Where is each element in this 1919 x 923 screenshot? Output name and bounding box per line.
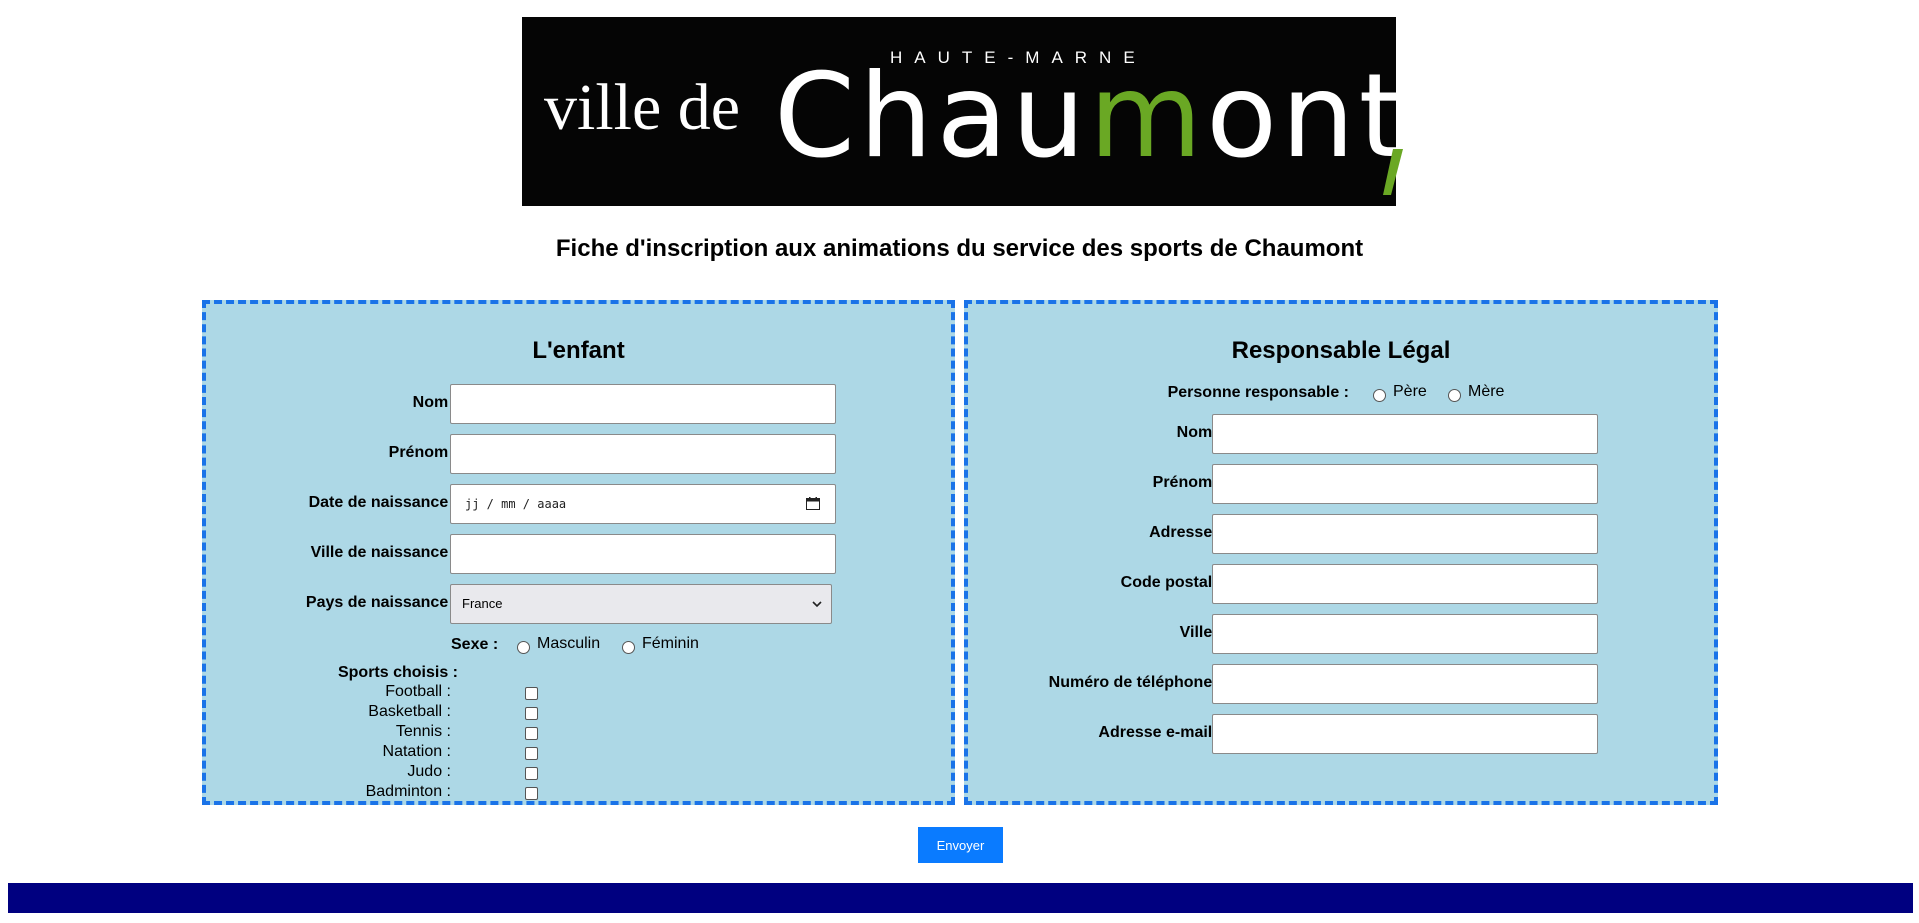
logo-name-green: m	[1089, 49, 1207, 184]
guardian-cp-label: Code postal :	[1120, 574, 1222, 591]
date-placeholder: jj / mm / aaaa	[465, 497, 567, 511]
sport-natation-label: Natation :	[382, 743, 451, 760]
sport-football-checkbox[interactable]	[525, 687, 538, 700]
logo-name-text: Chaumont	[774, 59, 1408, 175]
logo-comma-icon	[1383, 149, 1403, 195]
personne-mere-label: Mère	[1468, 383, 1505, 400]
sport-basketball-checkbox[interactable]	[525, 707, 538, 720]
logo-prefix-text: ville de	[544, 71, 741, 144]
logo-name-start: Chau	[774, 49, 1090, 184]
sport-judo-label: Judo :	[407, 763, 451, 780]
personne-pere-label: Père	[1393, 383, 1427, 400]
logo-name-end: ont	[1206, 49, 1409, 184]
guardian-prenom-input[interactable]	[1212, 464, 1598, 504]
child-prenom-label: Prénom :	[388, 444, 458, 461]
sport-badminton-label: Badminton :	[365, 783, 451, 800]
guardian-tel-input[interactable]	[1212, 664, 1598, 704]
guardian-email-label: Adresse e-mail :	[1098, 724, 1222, 741]
sexe-masculin-radio[interactable]	[517, 641, 530, 654]
guardian-panel: Responsable Légal Personne responsable :…	[964, 300, 1718, 805]
child-date-input[interactable]: jj / mm / aaaa	[450, 484, 836, 524]
sexe-feminin-radio[interactable]	[622, 641, 635, 654]
chevron-down-icon	[812, 601, 822, 608]
child-prenom-input[interactable]	[450, 434, 836, 474]
sexe-masculin-label: Masculin	[537, 635, 601, 652]
sport-judo-checkbox[interactable]	[525, 767, 538, 780]
sport-tennis-label: Tennis :	[395, 723, 451, 740]
child-pays-value: France	[462, 596, 503, 611]
guardian-adresse-input[interactable]	[1212, 514, 1598, 554]
sport-basketball-label: Basketball :	[368, 703, 451, 720]
guardian-cp-input[interactable]	[1212, 564, 1598, 604]
child-ville-input[interactable]	[450, 534, 836, 574]
footer-bar	[8, 883, 1913, 913]
child-sexe-label: Sexe :	[451, 636, 499, 653]
guardian-email-input[interactable]	[1212, 714, 1598, 754]
personne-mere-radio[interactable]	[1448, 389, 1461, 402]
sport-natation-checkbox[interactable]	[525, 747, 538, 760]
guardian-panel-title: Responsable Légal	[1231, 337, 1451, 364]
child-pays-label: Pays de naissance :	[305, 594, 458, 611]
sport-tennis-checkbox[interactable]	[525, 727, 538, 740]
child-panel-title: L'enfant	[532, 337, 625, 364]
personne-pere-radio[interactable]	[1373, 389, 1386, 402]
sports-label: Sports choisis :	[337, 664, 458, 681]
chaumont-logo: HAUTE-MARNE ville de Chaumont	[522, 17, 1404, 206]
child-panel: L'enfant Nom : Prénom : Date de naissanc…	[202, 300, 955, 805]
guardian-ville-input[interactable]	[1212, 614, 1598, 654]
sport-badminton-checkbox[interactable]	[525, 787, 538, 800]
child-nom-input[interactable]	[450, 384, 836, 424]
guardian-tel-label: Numéro de téléphone :	[1048, 674, 1222, 691]
sport-football-label: Football :	[385, 683, 451, 700]
page-title: Fiche d'inscription aux animations du se…	[555, 235, 1364, 262]
guardian-nom-input[interactable]	[1212, 414, 1598, 454]
sexe-feminin-label: Féminin	[642, 635, 699, 652]
personne-label: Personne responsable :	[1167, 384, 1349, 401]
calendar-icon[interactable]	[806, 497, 820, 510]
submit-button[interactable]: Envoyer	[918, 827, 1003, 863]
child-date-label: Date de naissance :	[308, 494, 458, 511]
child-pays-select[interactable]: France	[450, 584, 832, 624]
child-ville-label: Ville de naissance :	[310, 544, 458, 561]
